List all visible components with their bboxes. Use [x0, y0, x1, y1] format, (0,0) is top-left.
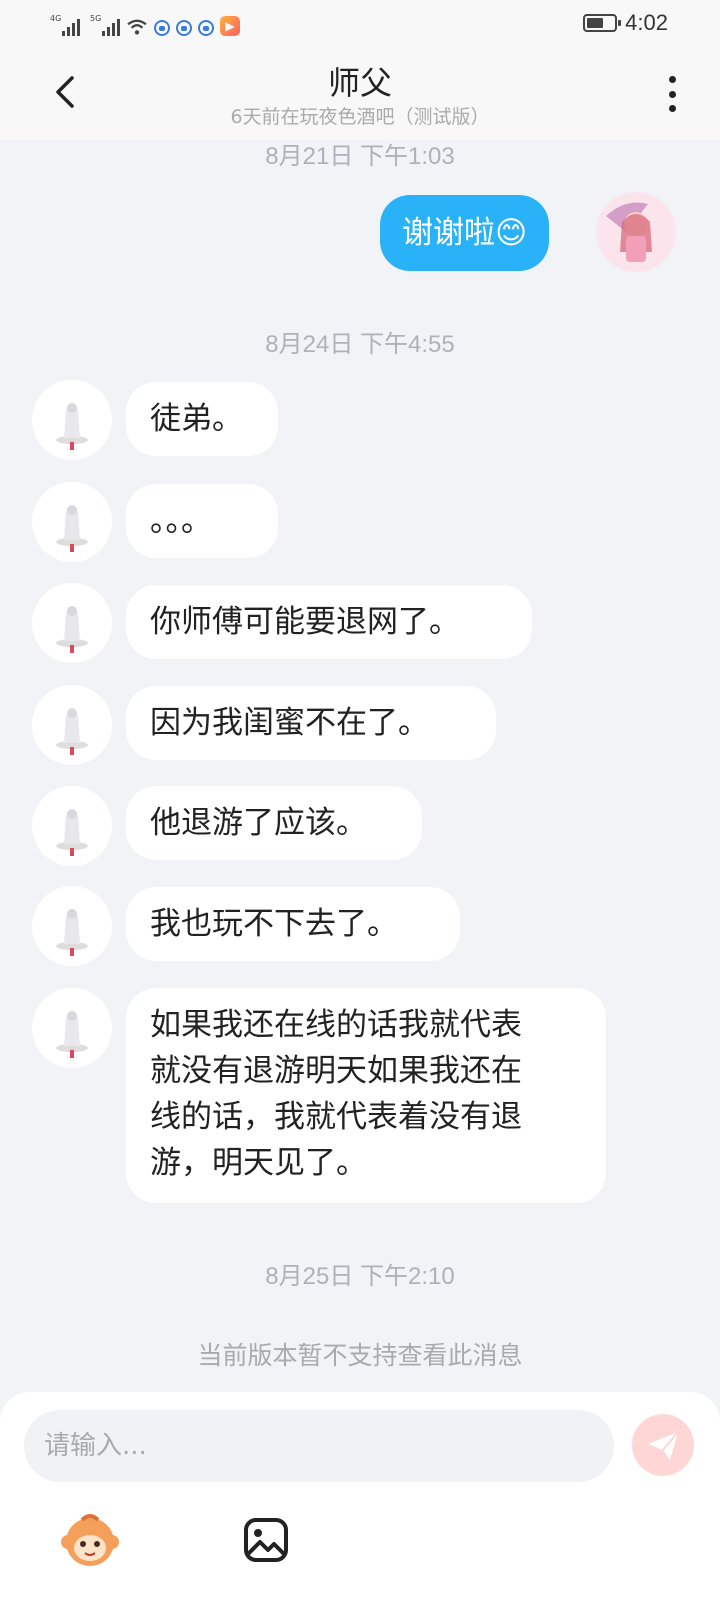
timestamp: 8月21日 下午1:03 [265, 143, 455, 170]
contact-avatar[interactable] [32, 886, 112, 966]
contact-message-bubble[interactable]: 徒弟。 [126, 382, 278, 456]
play-app-icon: ▶ [220, 16, 240, 36]
status-icons-right: 4:02 [583, 10, 668, 36]
contact-avatar[interactable] [32, 685, 112, 765]
contact-message-bubble[interactable]: 你师傅可能要退网了。 [126, 585, 532, 659]
message-list[interactable]: 8月21日 下午1:03 谢谢啦😊 8月24日 下午4:55 徒弟。 。。。 你… [0, 140, 720, 1390]
contact-message-bubble[interactable]: 因为我闺蜜不在了。 [126, 686, 496, 760]
character-avatar-icon [32, 786, 112, 866]
timestamp: 8月25日 下午2:10 [265, 1263, 455, 1290]
my-avatar[interactable] [596, 192, 676, 272]
image-icon[interactable] [236, 1510, 296, 1570]
contact-message-bubble[interactable]: 如果我还在线的话我就代表 就没有退游明天如果我还在 线的话，我就代表着没有退 游… [126, 988, 606, 1203]
contact-message-bubble[interactable]: 。。。 [126, 484, 278, 558]
contact-message-bubble[interactable]: 我也玩不下去了。 [126, 887, 460, 961]
anime-girl-avatar-icon [596, 192, 676, 272]
contact-avatar[interactable] [32, 583, 112, 663]
chat-header: 师父 6天前在玩夜色酒吧（测试版） [0, 48, 720, 140]
status-bar: 4G 5G ▶ 4:02 [0, 0, 720, 48]
status-icons-left: 4G 5G ▶ [40, 12, 240, 36]
contact-avatar[interactable] [32, 988, 112, 1068]
character-avatar-icon [32, 685, 112, 765]
send-icon [648, 1431, 679, 1460]
more-vertical-icon [668, 76, 676, 83]
character-avatar-icon [32, 583, 112, 663]
character-avatar-icon [32, 988, 112, 1068]
message-input[interactable]: 请输入... [24, 1410, 614, 1482]
wifi-icon [127, 19, 147, 35]
send-button[interactable] [632, 1414, 694, 1476]
contact-avatar[interactable] [32, 380, 112, 460]
contact-avatar[interactable] [32, 786, 112, 866]
contact-message-bubble[interactable]: 他退游了应该。 [126, 786, 422, 860]
contact-status: 6天前在玩夜色酒吧（测试版） [230, 106, 490, 128]
battery-icon [583, 14, 622, 32]
more-options-button[interactable] [664, 76, 680, 112]
paw-notification-icon [176, 20, 192, 36]
input-panel: 请输入... [0, 1392, 720, 1600]
signal-4g-icon: 4G [50, 14, 80, 36]
timestamp: 8月24日 下午4:55 [265, 331, 455, 358]
character-avatar-icon [32, 482, 112, 562]
signal-5g-icon: 5G [90, 14, 120, 36]
character-avatar-icon [32, 380, 112, 460]
paw-notification-icon [154, 20, 170, 36]
contact-avatar[interactable] [32, 482, 112, 562]
monkey-sticker-icon[interactable] [60, 1510, 120, 1570]
my-message-bubble[interactable]: 谢谢啦😊 [380, 195, 550, 271]
contact-name[interactable]: 师父 [0, 58, 720, 104]
paw-notification-icon [198, 20, 214, 36]
character-avatar-icon [32, 886, 112, 966]
status-time: 4:02 [625, 10, 668, 35]
unsupported-message-notice: 当前版本暂不支持查看此消息 [197, 1341, 523, 1370]
